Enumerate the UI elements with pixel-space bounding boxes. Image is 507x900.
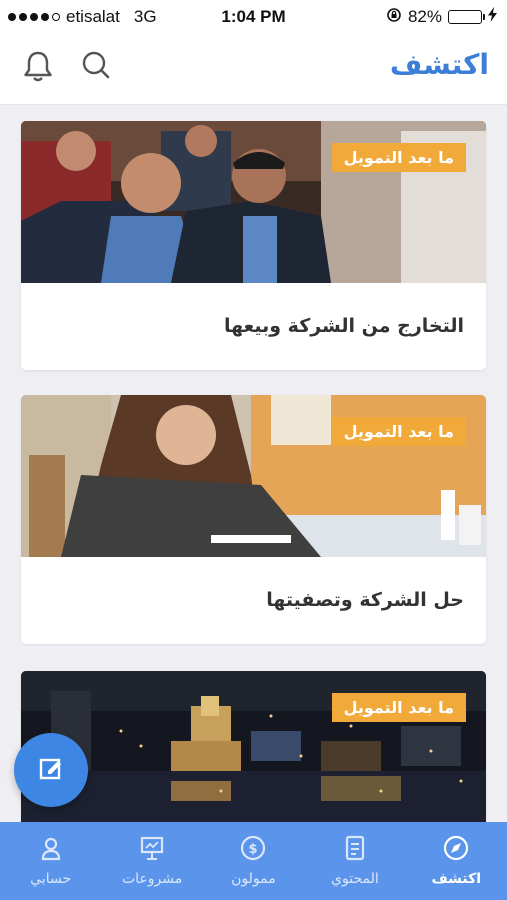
card-title: التخارج من الشركة وبيعها: [223, 315, 464, 337]
tab-label: مشروعات: [121, 871, 183, 887]
content-card[interactable]: ما بعد التمويل: [21, 671, 486, 822]
tab-account[interactable]: حسابي: [0, 822, 101, 900]
svg-text:$: $: [249, 842, 258, 857]
status-right: 82%: [386, 7, 507, 28]
card-image: ما بعد التمويل: [21, 395, 486, 557]
category-badge: ما بعد التمويل: [331, 143, 466, 172]
page-title: اكتشف: [389, 48, 489, 81]
tab-label: حسابي: [30, 871, 72, 887]
signal-icon: [8, 13, 60, 21]
presentation-icon: [138, 834, 166, 866]
battery-percent: 82%: [407, 7, 442, 26]
compass-icon: [442, 834, 470, 866]
user-icon: [37, 834, 65, 866]
tab-projects[interactable]: مشروعات: [101, 822, 202, 900]
network-type: 3G: [133, 7, 157, 26]
edit-icon: [37, 754, 65, 786]
tab-label: المحتوي: [331, 871, 379, 887]
card-image: ما بعد التمويل: [21, 671, 486, 822]
category-badge: ما بعد التمويل: [331, 417, 466, 446]
status-left: etisalat 3G: [0, 7, 157, 27]
tab-content[interactable]: المحتوي: [304, 822, 405, 900]
tab-discover[interactable]: اكتشف: [406, 822, 507, 900]
tab-label: ممولون: [231, 871, 276, 887]
card-title: حل الشركة وتصفيتها: [266, 589, 464, 611]
bell-icon[interactable]: [20, 48, 56, 84]
rotation-lock-icon: [386, 7, 402, 28]
charging-icon: [488, 7, 497, 27]
content-card[interactable]: ما بعد التمويل التخارج من الشركة وبيعها: [21, 121, 486, 370]
compose-button[interactable]: [14, 733, 88, 807]
bottom-tab-bar: اكتشف المحتوي $ ممولون مشروعات حسابي: [0, 822, 507, 900]
tab-label: اكتشف: [431, 871, 482, 887]
category-badge: ما بعد التمويل: [331, 693, 466, 722]
tab-funders[interactable]: $ ممولون: [203, 822, 304, 900]
battery-icon: [448, 10, 485, 24]
dollar-icon: $: [239, 834, 267, 866]
discover-feed[interactable]: ما بعد التمويل التخارج من الشركة وبيعها …: [0, 105, 507, 822]
content-card[interactable]: ما بعد التمويل حل الشركة وتصفيتها: [21, 395, 486, 644]
status-bar: etisalat 3G 1:04 PM 82%: [0, 0, 507, 34]
carrier-name: etisalat: [66, 7, 120, 26]
card-image: ما بعد التمويل: [21, 121, 486, 283]
document-icon: [341, 834, 369, 866]
app-header: اكتشف: [0, 34, 507, 105]
search-icon[interactable]: [78, 48, 114, 84]
